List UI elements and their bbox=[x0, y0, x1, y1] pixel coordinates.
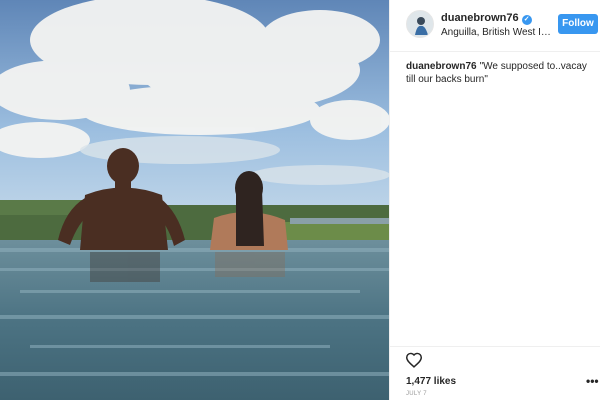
caption-username[interactable]: duanebrown76 bbox=[406, 61, 477, 72]
more-options-icon[interactable]: ••• bbox=[586, 374, 599, 388]
post-photo[interactable] bbox=[0, 0, 389, 400]
avatar-image bbox=[407, 11, 433, 37]
verified-badge-icon: ✓ bbox=[521, 15, 532, 25]
location-link[interactable]: Anguilla, British West In... bbox=[441, 27, 553, 38]
post-header: duanebrown76 ✓ Anguilla, British West In.… bbox=[390, 0, 600, 52]
post-photo-image bbox=[0, 0, 389, 400]
post-date: JULY 7 bbox=[406, 391, 427, 397]
actions-divider bbox=[390, 346, 600, 347]
follow-button[interactable]: Follow bbox=[558, 14, 598, 34]
username-link[interactable]: duanebrown76 bbox=[441, 12, 519, 24]
likes-count[interactable]: 1,477 likes bbox=[406, 376, 456, 387]
avatar[interactable] bbox=[406, 10, 434, 38]
username-row: duanebrown76 ✓ bbox=[441, 12, 532, 25]
heart-icon[interactable] bbox=[405, 352, 423, 368]
post-caption: duanebrown76 "We supposed to..vacay till … bbox=[406, 60, 594, 86]
post-sidebar: duanebrown76 ✓ Anguilla, British West In.… bbox=[389, 0, 600, 400]
